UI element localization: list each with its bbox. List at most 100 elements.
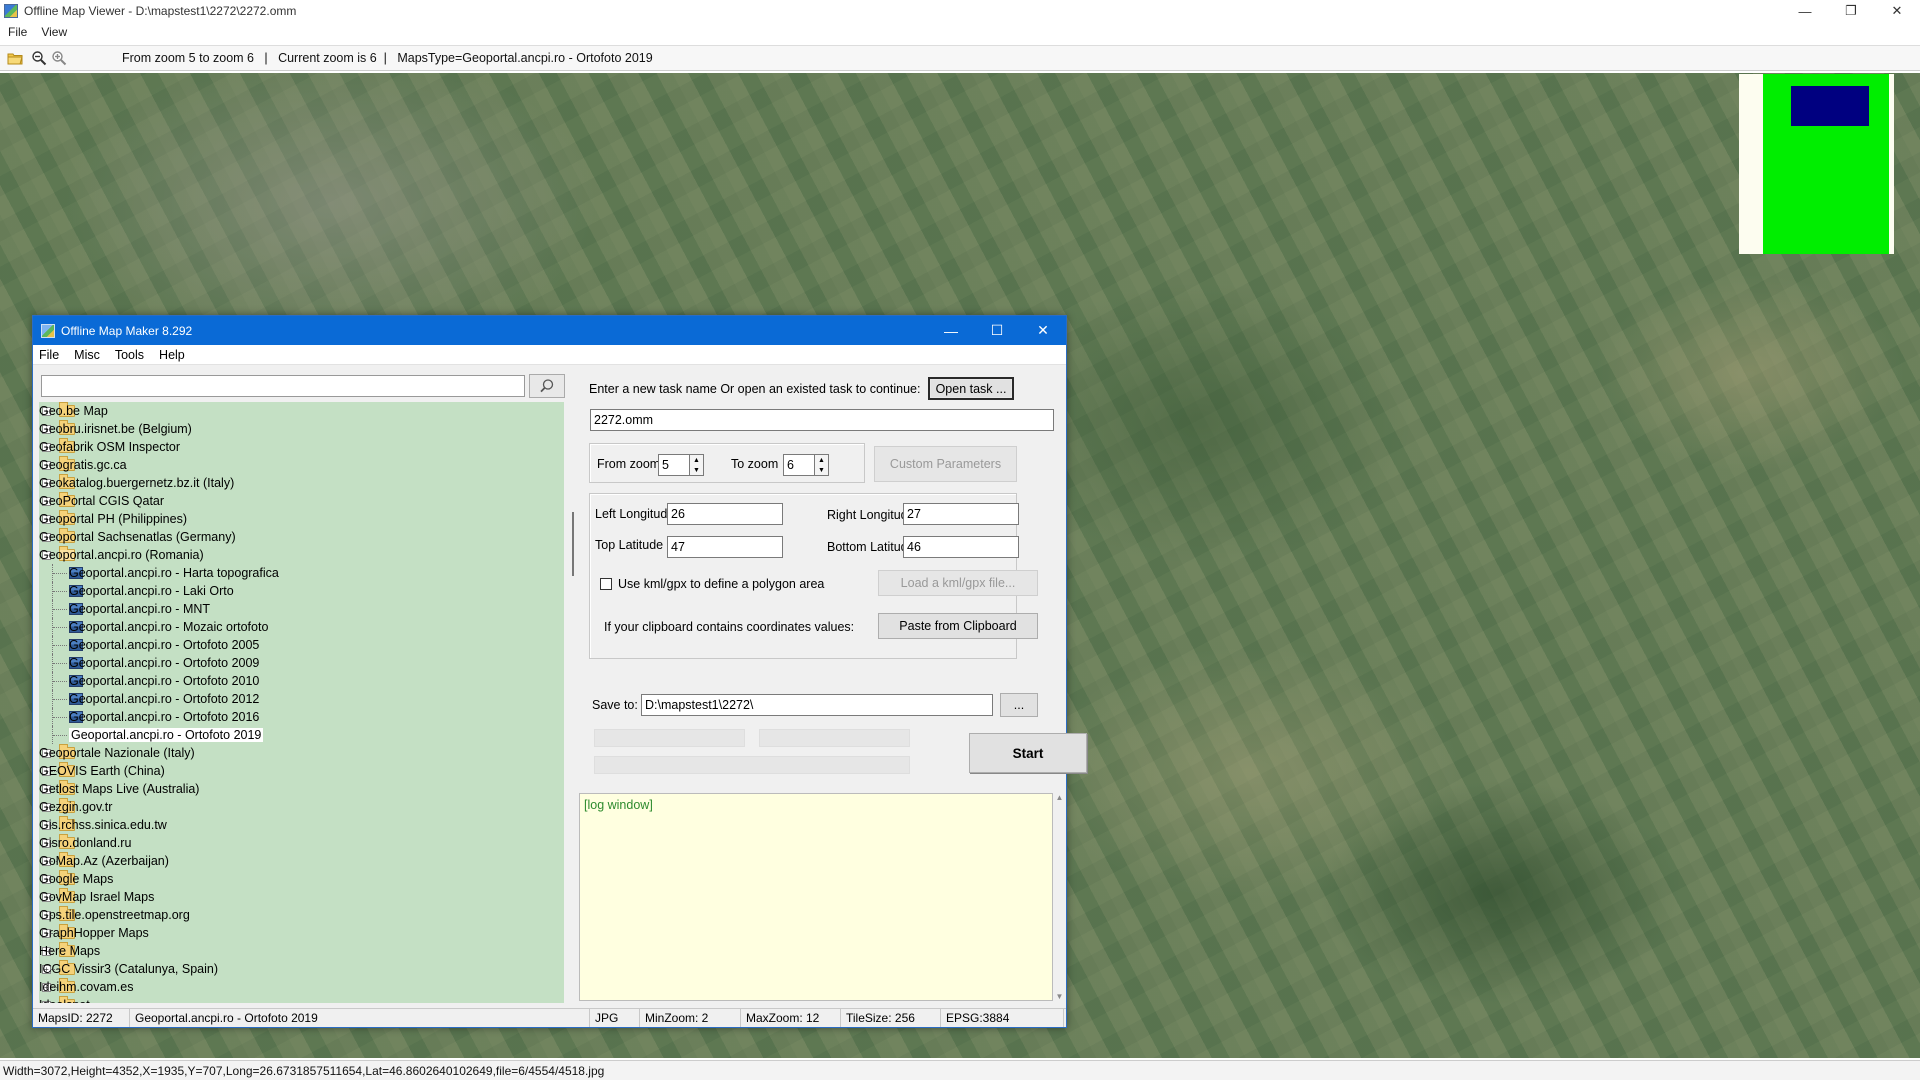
tree-folder-item[interactable]: + Gps.tile.openstreetmap.org xyxy=(39,906,564,924)
tree-folder-item[interactable]: + Gisro.donland.ru xyxy=(39,834,564,852)
to-zoom-stepper[interactable]: 6 ▲ ▼ xyxy=(783,454,829,476)
tree-item-label[interactable]: Geoportal.ancpi.ro - Ortofoto 2009 xyxy=(69,656,259,670)
tree-item-label[interactable]: Geogratis.gc.ca xyxy=(39,458,127,472)
tree-scroll-thumb[interactable] xyxy=(572,512,574,576)
tree-folder-item[interactable]: + Geoportal PH (Philippines) xyxy=(39,510,564,528)
tree-map-item[interactable]: Geoportal.ancpi.ro - Ortofoto 2005 xyxy=(39,636,564,654)
maker-titlebar[interactable]: Offline Map Maker 8.292 — ☐ ✕ xyxy=(33,316,1066,345)
tree-item-label[interactable]: GeoPortal CGIS Qatar xyxy=(39,494,164,508)
tree-folder-item[interactable]: + Geogratis.gc.ca xyxy=(39,456,564,474)
start-button[interactable]: Start xyxy=(969,733,1087,773)
tree-item-label[interactable]: GoMap.Az (Azerbaijan) xyxy=(39,854,169,868)
tree-item-label[interactable]: Geoportal.ancpi.ro - Laki Orto xyxy=(69,584,234,598)
scroll-down-icon[interactable]: ▼ xyxy=(1056,992,1064,1001)
bottom-latitude-input[interactable]: 46 xyxy=(903,536,1019,558)
tree-folder-item[interactable]: + Geo.be Map xyxy=(39,402,564,420)
minimap-viewport[interactable] xyxy=(1791,86,1869,126)
tree-item-label[interactable]: Idealspot xyxy=(39,998,90,1003)
menu-file[interactable]: File xyxy=(8,25,27,39)
tree-map-item[interactable]: Geoportal.ancpi.ro - Ortofoto 2012 xyxy=(39,690,564,708)
tree-folder-item[interactable]: + GEOVIS Earth (China) xyxy=(39,762,564,780)
tree-folder-item[interactable]: + Gezgin.gov.tr xyxy=(39,798,564,816)
tree-map-item[interactable]: Geoportal.ancpi.ro - Mozaic ortofoto xyxy=(39,618,564,636)
tree-folder-item[interactable]: + Google Maps xyxy=(39,870,564,888)
tree-item-label[interactable]: ICGC Vissir3 (Catalunya, Spain) xyxy=(39,962,218,976)
tree-map-item[interactable]: Geoportal.ancpi.ro - Harta topografica xyxy=(39,564,564,582)
browse-button[interactable]: ... xyxy=(1000,693,1038,717)
tree-folder-item[interactable]: + Geoportale Nazionale (Italy) xyxy=(39,744,564,762)
search-button[interactable] xyxy=(529,374,565,398)
tree-item-label[interactable]: Geoportal.ancpi.ro - Ortofoto 2012 xyxy=(69,692,259,706)
maker-menu-misc[interactable]: Misc xyxy=(74,348,100,362)
tree-folder-item[interactable]: + Geofabrik OSM Inspector xyxy=(39,438,564,456)
from-zoom-value[interactable]: 5 xyxy=(658,454,690,476)
tree-map-item[interactable]: Geoportal.ancpi.ro - Ortofoto 2009 xyxy=(39,654,564,672)
maker-menu-tools[interactable]: Tools xyxy=(115,348,144,362)
tree-folder-item[interactable]: + Geokatalog.buergernetz.bz.it (Italy) xyxy=(39,474,564,492)
tree-folder-item[interactable]: + Ideihm.covam.es xyxy=(39,978,564,996)
tree-item-label[interactable]: Gis.rchss.sinica.edu.tw xyxy=(39,818,167,832)
tree-map-item[interactable]: Geoportal.ancpi.ro - Ortofoto 2016 xyxy=(39,708,564,726)
tree-map-item[interactable]: Geoportal.ancpi.ro - Laki Orto xyxy=(39,582,564,600)
tree-item-label[interactable]: Gezgin.gov.tr xyxy=(39,800,112,814)
tree-folder-item[interactable]: + ICGC Vissir3 (Catalunya, Spain) xyxy=(39,960,564,978)
tree-item-label[interactable]: Geoportal Sachsenatlas (Germany) xyxy=(39,530,236,544)
tree-item-label[interactable]: GraphHopper Maps xyxy=(39,926,149,940)
minimize-button[interactable]: — xyxy=(1782,0,1828,22)
tree-item-label[interactable]: Geoportal.ancpi.ro - Mozaic ortofoto xyxy=(69,620,268,634)
tree-folder-item[interactable]: + Geoportal Sachsenatlas (Germany) xyxy=(39,528,564,546)
spin-up-icon[interactable]: ▲ xyxy=(818,457,825,464)
tree-item-label[interactable]: Geoportal.ancpi.ro - MNT xyxy=(69,602,210,616)
tree-item-label[interactable]: Geo.be Map xyxy=(39,404,108,418)
open-folder-icon[interactable] xyxy=(6,49,24,67)
zoom-out-icon[interactable] xyxy=(30,49,48,67)
tree-item-label[interactable]: Geoportale Nazionale (Italy) xyxy=(39,746,195,760)
scroll-up-icon[interactable]: ▲ xyxy=(1056,793,1064,802)
tree-map-item[interactable]: Geoportal.ancpi.ro - Ortofoto 2010 xyxy=(39,672,564,690)
tree-folder-item[interactable]: − Geoportal.ancpi.ro (Romania) xyxy=(39,546,564,564)
tree-folder-item[interactable]: +Idealspot xyxy=(39,996,564,1003)
spin-down-icon[interactable]: ▼ xyxy=(818,467,825,474)
tree-item-label[interactable]: GovMap Israel Maps xyxy=(39,890,154,904)
maker-close-button[interactable]: ✕ xyxy=(1020,316,1066,345)
tree-folder-item[interactable]: + GeoPortal CGIS Qatar xyxy=(39,492,564,510)
tree-folder-item[interactable]: + Getlost Maps Live (Australia) xyxy=(39,780,564,798)
right-longitude-input[interactable]: 27 xyxy=(903,503,1019,525)
tree-item-label[interactable]: Gisro.donland.ru xyxy=(39,836,131,850)
tree-item-label[interactable]: Geoportal.ancpi.ro - Ortofoto 2016 xyxy=(69,710,259,724)
tree-folder-item[interactable]: + Here Maps xyxy=(39,942,564,960)
paste-from-clipboard-button[interactable]: Paste from Clipboard xyxy=(878,613,1038,639)
tree-item-label[interactable]: Geoportal.ancpi.ro - Harta topografica xyxy=(69,566,279,580)
to-zoom-value[interactable]: 6 xyxy=(783,454,815,476)
tree-map-item[interactable]: Geoportal.ancpi.ro - MNT xyxy=(39,600,564,618)
tree-folder-item[interactable]: + GraphHopper Maps xyxy=(39,924,564,942)
overview-minimap[interactable] xyxy=(1739,74,1894,254)
tree-item-label[interactable]: Geoportal.ancpi.ro - Ortofoto 2019 xyxy=(69,728,264,742)
left-longitude-input[interactable]: 26 xyxy=(667,503,783,525)
tree-item-label[interactable]: Gps.tile.openstreetmap.org xyxy=(39,908,190,922)
tree-folder-item[interactable]: + Geobru.irisnet.be (Belgium) xyxy=(39,420,564,438)
tree-item-label[interactable]: Geoportal.ancpi.ro - Ortofoto 2010 xyxy=(69,674,259,688)
spin-down-icon[interactable]: ▼ xyxy=(693,467,700,474)
kml-checkbox-label[interactable]: Use kml/gpx to define a polygon area xyxy=(618,577,824,591)
log-scrollbar[interactable]: ▲ ▼ xyxy=(1053,793,1066,1001)
map-source-tree[interactable]: + Geo.be Map + Geobru.irisnet.be (Belgium) +… xyxy=(39,402,564,1003)
to-zoom-arrows[interactable]: ▲ ▼ xyxy=(815,454,829,476)
close-button[interactable]: ✕ xyxy=(1874,0,1920,22)
from-zoom-stepper[interactable]: 5 ▲ ▼ xyxy=(658,454,704,476)
tree-folder-item[interactable]: + GovMap Israel Maps xyxy=(39,888,564,906)
tree-item-label[interactable]: Geokatalog.buergernetz.bz.it (Italy) xyxy=(39,476,234,490)
tree-item-label[interactable]: Geoportal.ancpi.ro (Romania) xyxy=(39,548,204,562)
tree-map-item[interactable]: Geoportal.ancpi.ro - Ortofoto 2019 xyxy=(39,726,564,744)
restore-button[interactable]: ❐ xyxy=(1828,0,1874,22)
open-task-button[interactable]: Open task ... xyxy=(928,377,1014,400)
tree-item-label[interactable]: Getlost Maps Live (Australia) xyxy=(39,782,199,796)
maker-minimize-button[interactable]: — xyxy=(928,316,974,345)
kml-checkbox[interactable] xyxy=(600,578,612,590)
tree-item-label[interactable]: Here Maps xyxy=(39,944,100,958)
tree-item-label[interactable]: Geoportal PH (Philippines) xyxy=(39,512,187,526)
tree-folder-item[interactable]: + Gis.rchss.sinica.edu.tw xyxy=(39,816,564,834)
maker-maximize-button[interactable]: ☐ xyxy=(974,316,1020,345)
tree-item-label[interactable]: Geofabrik OSM Inspector xyxy=(39,440,180,454)
tree-folder-item[interactable]: + GoMap.Az (Azerbaijan) xyxy=(39,852,564,870)
